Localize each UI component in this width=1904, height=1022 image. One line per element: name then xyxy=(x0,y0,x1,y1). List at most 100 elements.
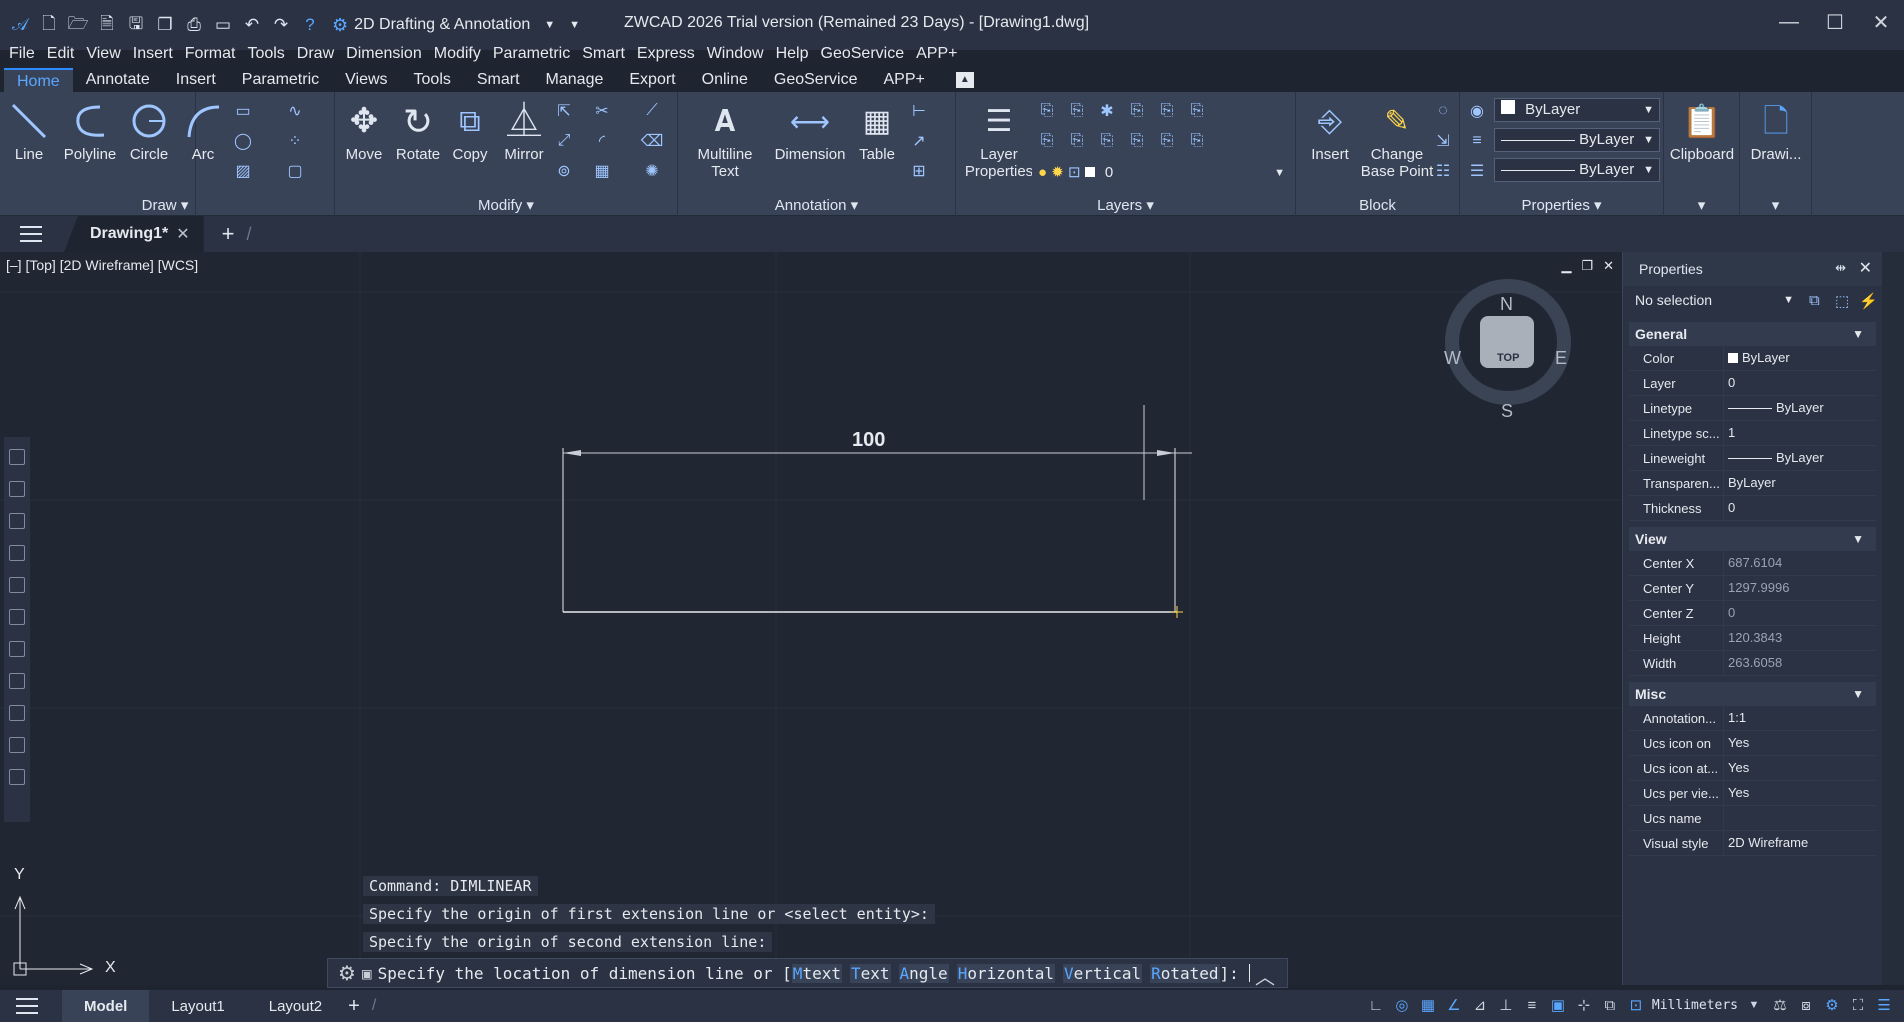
tab-geoservice[interactable]: GeoService xyxy=(761,68,871,92)
tab-tools[interactable]: Tools xyxy=(401,68,464,92)
object-snap-icon[interactable]: ⊿ xyxy=(1470,994,1490,1016)
compass-east[interactable]: E xyxy=(1555,348,1567,369)
layer-freeze-icon[interactable]: ✱ xyxy=(1096,100,1118,122)
drawing-expand-icon[interactable]: ▾ xyxy=(1740,196,1811,214)
save-as-icon[interactable]: 🖫 xyxy=(126,14,146,35)
dimension-text[interactable]: 100 xyxy=(852,429,885,452)
tab-export[interactable]: Export xyxy=(616,68,688,92)
line-button[interactable]: Line xyxy=(6,98,52,163)
drawn-rectangle[interactable] xyxy=(562,448,1177,613)
array-icon[interactable]: ▦ xyxy=(591,160,613,182)
prop-row-linetype-scale[interactable]: Linetype sc... 1 xyxy=(1629,421,1876,446)
undo-icon[interactable]: ↶ xyxy=(242,15,262,35)
multiline-text-button[interactable]: 𝐀 Multiline Text xyxy=(692,98,758,180)
prop-row-height[interactable]: Height 120.3843 xyxy=(1629,626,1876,651)
command-option-rotated[interactable]: Rotated xyxy=(1150,963,1220,983)
tab-views[interactable]: Views xyxy=(332,68,400,92)
lineweight-dropdown[interactable]: ByLayer ▼ xyxy=(1494,158,1660,182)
close-tab-icon[interactable]: ✕ xyxy=(176,224,189,244)
color-dropdown[interactable]: ByLayer ▼ xyxy=(1494,98,1660,122)
layer-properties-button[interactable]: ☰ Layer Properties xyxy=(960,98,1038,180)
workspace-selector[interactable]: ⚙ 2D Drafting & Annotation ▼ ▼ xyxy=(324,10,588,40)
rectangle-icon[interactable]: ▭ xyxy=(232,100,254,122)
tab-smart[interactable]: Smart xyxy=(464,68,533,92)
prop-row-center-y[interactable]: Center Y 1297.9996 xyxy=(1629,576,1876,601)
prop-row-ucs-icon-on[interactable]: Ucs icon on Yes xyxy=(1629,731,1876,756)
panel-properties-title[interactable]: Properties ▾ xyxy=(1460,196,1663,214)
annotation-scale-icon[interactable]: ⚖ xyxy=(1770,994,1790,1016)
menu-express[interactable]: Express xyxy=(634,42,704,66)
print-icon[interactable]: ⎙ xyxy=(184,15,204,35)
plot-preview-icon[interactable]: ▭ xyxy=(213,15,233,35)
menu-dimension[interactable]: Dimension xyxy=(343,42,431,66)
hatch-icon[interactable]: ▨ xyxy=(232,160,254,182)
snap-icon[interactable]: ◎ xyxy=(1392,994,1412,1016)
prop-row-lineweight[interactable]: Lineweight ByLayer xyxy=(1629,446,1876,471)
palette-list-icon[interactable] xyxy=(9,513,25,529)
move-button[interactable]: ✥ Move xyxy=(341,98,387,164)
fillet-icon[interactable]: ◜ xyxy=(591,130,613,152)
explode-icon[interactable]: ✺ xyxy=(641,160,663,182)
section-view-header[interactable]: View ▼ xyxy=(1629,527,1876,551)
layer-tool-12-icon[interactable]: ⎘ xyxy=(1186,130,1208,152)
close-properties-icon[interactable]: ✕ xyxy=(1859,258,1872,278)
match-properties-icon[interactable]: ◉ xyxy=(1466,100,1488,122)
layer-tool-6-icon[interactable]: ⎘ xyxy=(1186,100,1208,122)
spline-icon[interactable]: ∿ xyxy=(284,100,306,122)
offset-icon[interactable]: ⊚ xyxy=(553,160,575,182)
new-drawing-button[interactable]: 🗋 Drawi... xyxy=(1742,98,1810,164)
close-button[interactable]: ✕ xyxy=(1858,0,1904,44)
prop-value[interactable]: 1:1 xyxy=(1723,706,1876,730)
menu-file[interactable]: File xyxy=(6,42,44,66)
prop-row-annotation-scale[interactable]: Annotation... 1:1 xyxy=(1629,706,1876,731)
lineweight-display-icon[interactable]: ≡ xyxy=(1522,994,1542,1016)
compass-south[interactable]: S xyxy=(1501,401,1513,422)
layout-menu-icon[interactable] xyxy=(16,998,38,1014)
save-all-icon[interactable]: ❐ xyxy=(155,15,175,35)
menu-parametric[interactable]: Parametric xyxy=(490,42,579,66)
region-icon[interactable]: ▢ xyxy=(284,160,306,182)
prop-row-visual-style[interactable]: Visual style 2D Wireframe xyxy=(1629,831,1876,856)
menu-help[interactable]: Help xyxy=(773,42,818,66)
pin-icon[interactable]: ⇹ xyxy=(1835,260,1846,276)
maximize-button[interactable]: ☐ xyxy=(1812,0,1858,44)
layer-tool-1-icon[interactable]: ⎘ xyxy=(1036,100,1058,122)
polar-tracking-icon[interactable]: ∠ xyxy=(1444,994,1464,1016)
clipboard-button[interactable]: 📋 Clipboard xyxy=(1666,98,1738,164)
tab-insert[interactable]: Insert xyxy=(163,68,229,92)
add-tab-icon[interactable]: + xyxy=(222,221,235,247)
workspace-switch-icon[interactable]: ⧇ xyxy=(1796,994,1816,1016)
fullscreen-icon[interactable]: ⛶ xyxy=(1848,994,1868,1016)
layer-tool-5-icon[interactable]: ⎘ xyxy=(1156,100,1178,122)
layer-lock-icon[interactable]: ⎘ xyxy=(1126,100,1148,122)
units-dropdown[interactable]: Millimeters xyxy=(1652,998,1738,1013)
prop-row-color[interactable]: Color ByLayer xyxy=(1629,346,1876,371)
selection-cycle-icon[interactable]: ⧉ xyxy=(1600,994,1620,1016)
prop-row-ucs-per-viewport[interactable]: Ucs per vie... Yes xyxy=(1629,781,1876,806)
prop-row-layer[interactable]: Layer 0 xyxy=(1629,371,1876,396)
palette-tool-10-icon[interactable] xyxy=(9,737,25,753)
layer-tool-10-icon[interactable]: ⎘ xyxy=(1126,130,1148,152)
toggle-pickadd-icon[interactable]: ⧉ xyxy=(1809,292,1827,310)
palette-tool-2-icon[interactable] xyxy=(9,481,25,497)
tab-home[interactable]: Home xyxy=(4,68,73,92)
tolerance-icon[interactable]: ⊞ xyxy=(908,160,930,182)
dimension-button[interactable]: ⟷ Dimension xyxy=(772,98,848,163)
save-icon[interactable]: 🗎 xyxy=(97,14,117,35)
tab-drawing1[interactable]: Drawing1* ✕ xyxy=(64,216,204,252)
customize-qat-icon[interactable]: ▼ xyxy=(569,19,580,31)
palette-tool-5-icon[interactable] xyxy=(9,577,25,593)
stretch-icon[interactable]: ⇱ xyxy=(553,100,575,122)
menu-hamburger-icon[interactable] xyxy=(20,226,42,242)
new-file-icon[interactable]: 🗋 xyxy=(39,14,59,35)
command-settings-icon[interactable]: ⚙ xyxy=(338,961,356,985)
mirror-button[interactable]: ⏅ Mirror xyxy=(499,98,549,164)
ribbon-minimize-icon[interactable]: ▲ xyxy=(955,72,974,88)
palette-tool-7-icon[interactable] xyxy=(9,641,25,657)
minimize-button[interactable]: — xyxy=(1766,0,1812,44)
view-cube-top[interactable]: TOP xyxy=(1497,352,1519,364)
edit-block-icon[interactable]: ⇲ xyxy=(1432,130,1454,152)
menu-draw[interactable]: Draw xyxy=(294,42,343,66)
compass-north[interactable]: N xyxy=(1500,294,1513,315)
point-icon[interactable]: ⁘ xyxy=(284,130,306,152)
